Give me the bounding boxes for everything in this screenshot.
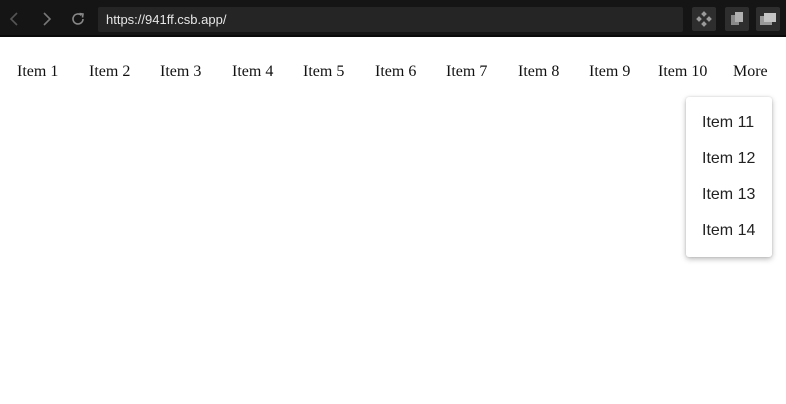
more-dropdown: Item 11 Item 12 Item 13 Item 14	[686, 97, 772, 257]
address-bar[interactable]: https://941ff.csb.app/	[98, 7, 683, 32]
reload-button[interactable]	[68, 9, 88, 29]
copy-icon	[731, 12, 743, 25]
dropdown-item-11[interactable]: Item 11	[702, 114, 754, 132]
menu-item-8[interactable]: Item 8	[518, 63, 559, 81]
browser-toolbar: https://941ff.csb.app/	[0, 0, 786, 37]
main-menu: Item 1 Item 2 Item 3 Item 4 Item 5 Item …	[0, 55, 786, 89]
dropdown-item-12[interactable]: Item 12	[702, 150, 755, 168]
menu-item-4[interactable]: Item 4	[232, 63, 273, 81]
chevron-right-icon	[43, 12, 52, 26]
reload-icon	[72, 12, 84, 25]
diamond-grid-icon	[696, 11, 712, 27]
menu-item-3[interactable]: Item 3	[160, 63, 201, 81]
menu-item-1[interactable]: Item 1	[17, 63, 58, 81]
menu-item-10[interactable]: Item 10	[658, 63, 707, 81]
more-menu-button[interactable]: More	[733, 63, 768, 81]
chevron-left-icon	[9, 12, 18, 26]
menu-item-9[interactable]: Item 9	[589, 63, 630, 81]
menu-item-6[interactable]: Item 6	[375, 63, 416, 81]
dropdown-item-13[interactable]: Item 13	[702, 186, 755, 204]
menu-item-7[interactable]: Item 7	[446, 63, 487, 81]
menu-item-5[interactable]: Item 5	[303, 63, 344, 81]
dropdown-item-14[interactable]: Item 14	[702, 222, 755, 240]
windows-button[interactable]	[756, 7, 780, 31]
windows-icon	[760, 13, 776, 25]
forward-button[interactable]	[36, 9, 56, 29]
back-button[interactable]	[5, 9, 25, 29]
copy-button[interactable]	[725, 7, 749, 31]
devtools-button[interactable]	[692, 7, 716, 31]
menu-item-2[interactable]: Item 2	[89, 63, 130, 81]
url-text: https://941ff.csb.app/	[106, 12, 227, 27]
